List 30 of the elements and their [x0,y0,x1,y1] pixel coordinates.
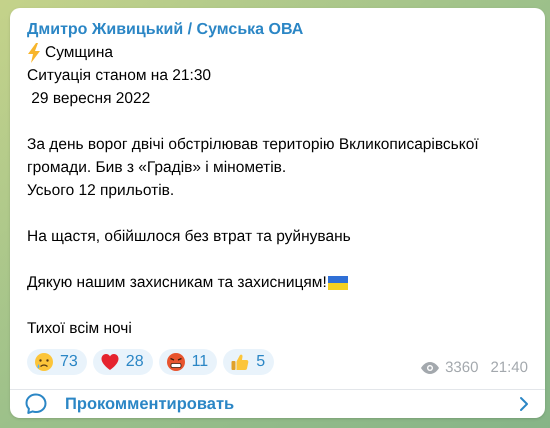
reaction-chip[interactable]: 28 [92,349,153,375]
flag-icon [328,276,348,290]
message-time: 21:40 [490,358,528,378]
reaction-count: 28 [126,352,144,372]
message-text: На щастя, обійшлося без втрат та руйнувань [27,227,351,247]
thumbs-up-icon [230,352,250,372]
message-text: Тихої всім ночі [27,319,132,339]
message-text: 29 вересня 2022 [30,89,150,109]
heart-icon [100,352,120,372]
chevron-right-icon [519,396,529,412]
reaction-chip[interactable]: 73 [27,349,87,375]
speech-bubble-icon [24,392,48,416]
message-text: За день ворог двічі обстрілював територію Вкликописарівської [27,135,479,155]
message-text: Дякую нашим захисникам та захисницям! [27,273,327,293]
crying-face-icon [34,352,54,372]
channel-name[interactable]: Дмитро Живицький / Сумська ОВА [27,19,304,41]
lightning-icon [27,42,41,62]
views-eye-icon [421,362,440,374]
message-text: Усього 12 прильотів. [27,181,174,201]
reaction-count: 73 [60,352,78,372]
reaction-chip[interactable]: 11 [158,349,218,375]
message-text: громади. Бив з «Градів» і мінометів. [27,158,286,178]
angry-face-icon [166,352,186,372]
reaction-count: 5 [256,352,266,372]
reaction-count: 11 [192,352,208,372]
message-text: Ситуація станом на 21:30 [27,66,212,86]
comment-button[interactable]: Прокомментировать [10,390,545,418]
message-text: Сумщина [45,43,114,63]
reaction-chip[interactable]: 5 [223,349,274,375]
view-count: 3360 [445,358,478,378]
